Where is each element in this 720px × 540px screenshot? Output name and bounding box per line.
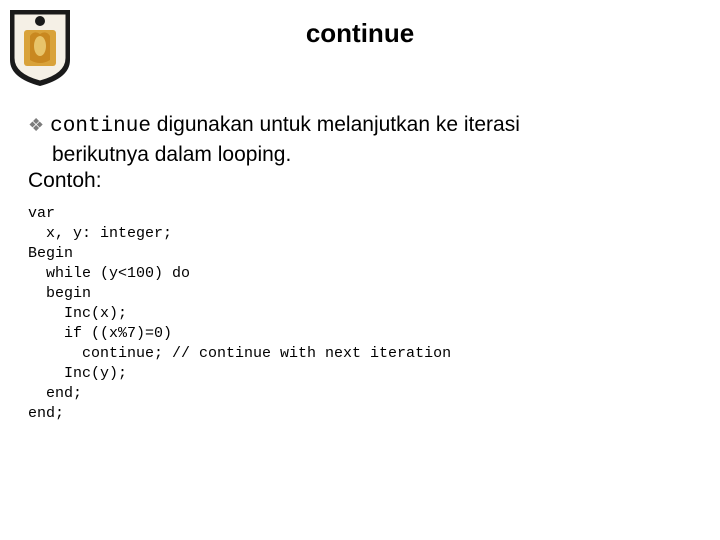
text-after-keyword: digunakan untuk melanjutkan ke iterasi — [151, 113, 520, 136]
slide-title: continue — [0, 18, 720, 49]
code-block: var x, y: integer; Begin while (y<100) d… — [28, 204, 680, 424]
content-area: ❖ continue digunakan untuk melanjutkan k… — [28, 112, 680, 424]
bullet-text-1: continue digunakan untuk melanjutkan ke … — [50, 112, 520, 140]
bullet-line-1: ❖ continue digunakan untuk melanjutkan k… — [28, 112, 680, 140]
bullet-text-2: berikutnya dalam looping. — [52, 142, 680, 168]
keyword-continue: continue — [50, 115, 151, 138]
bullet-text-3: Contoh: — [28, 168, 680, 194]
diamond-bullet-icon: ❖ — [28, 112, 44, 138]
